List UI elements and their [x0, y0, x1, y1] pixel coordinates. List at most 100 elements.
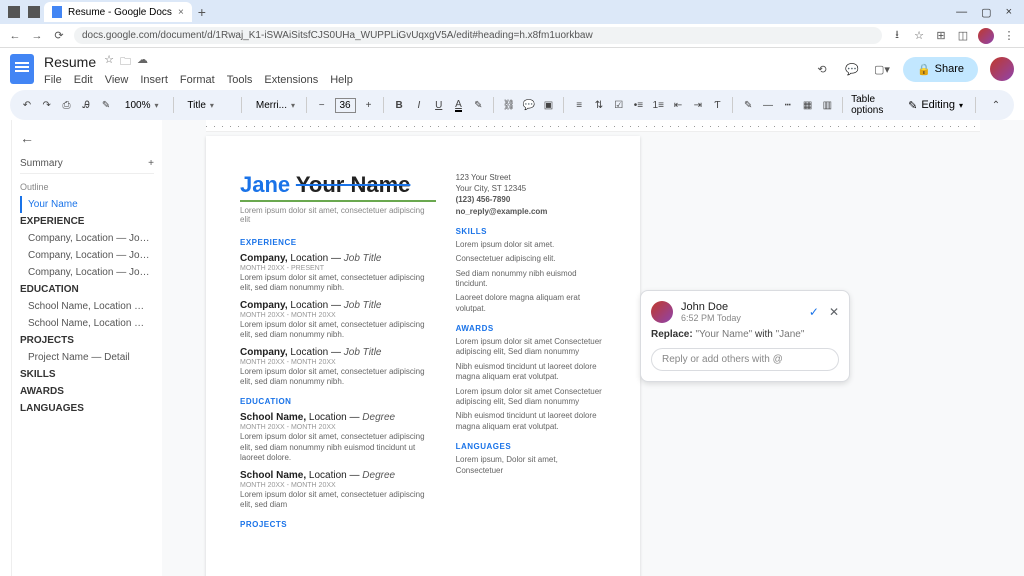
increase-font-icon[interactable]: +: [362, 97, 376, 113]
outline-item[interactable]: SKILLS: [20, 366, 154, 383]
page[interactable]: Jane Your Name Lorem ipsum dolor sit ame…: [206, 136, 640, 576]
close-tab-icon[interactable]: ×: [178, 7, 184, 18]
entry-body[interactable]: Lorem ipsum dolor sit amet, consectetuer…: [240, 490, 436, 511]
share-button[interactable]: 🔒 Share: [903, 57, 978, 82]
spellcheck-icon[interactable]: Ꭿ: [79, 97, 93, 113]
style-select[interactable]: Title: [181, 98, 233, 113]
outline-item[interactable]: Company, Location — Job Title: [20, 230, 154, 247]
extensions-icon[interactable]: ⊞: [934, 29, 948, 43]
docs-logo[interactable]: [10, 54, 34, 84]
redo-icon[interactable]: ↷: [40, 97, 54, 113]
reply-input[interactable]: Reply or add others with @: [651, 348, 839, 371]
table-options[interactable]: Table options: [851, 94, 902, 116]
line-spacing-icon[interactable]: ⇅: [592, 97, 606, 113]
bullet-list-icon[interactable]: •≡: [632, 97, 646, 113]
skills-line[interactable]: Sed diam nonummy nibh euismod tincidunt.: [456, 269, 606, 290]
outline-item[interactable]: Your Name: [20, 196, 154, 213]
skills-line[interactable]: Lorem ipsum dolor sit amet.: [456, 240, 606, 250]
border-dash-icon[interactable]: ┅: [781, 97, 795, 113]
checklist-icon[interactable]: ☑: [612, 97, 626, 113]
bookmark-icon[interactable]: ☆: [912, 29, 926, 43]
entry-body[interactable]: Lorem ipsum dolor sit amet, consectetuer…: [240, 367, 436, 388]
outline-item[interactable]: Project Name — Detail: [20, 349, 154, 366]
document-canvas[interactable]: Jane Your Name Lorem ipsum dolor sit ame…: [162, 120, 1024, 576]
menu-format[interactable]: Format: [180, 74, 215, 86]
active-tab[interactable]: Resume - Google Docs ×: [44, 2, 192, 22]
app-tab-icon[interactable]: [28, 6, 40, 18]
section-projects[interactable]: PROJECTS: [240, 520, 436, 529]
border-color-icon[interactable]: ✎: [741, 97, 755, 113]
outline-close-icon[interactable]: ←: [20, 130, 154, 146]
entry-date[interactable]: MONTH 20XX - MONTH 20XX: [240, 312, 436, 319]
entry-date[interactable]: MONTH 20XX - PRESENT: [240, 265, 436, 272]
forward-icon[interactable]: →: [30, 29, 44, 43]
entry-body[interactable]: Lorem ipsum dolor sit amet, consectetuer…: [240, 273, 436, 294]
profile-avatar[interactable]: [978, 28, 994, 44]
border-width-icon[interactable]: —: [761, 97, 775, 113]
url-input[interactable]: docs.google.com/document/d/1Rwaj_K1-iSWA…: [74, 27, 882, 44]
new-tab-button[interactable]: +: [198, 4, 206, 20]
entry-title[interactable]: Company, Location — Job Title: [240, 347, 436, 358]
minimize-icon[interactable]: —: [956, 6, 967, 19]
numbered-list-icon[interactable]: 1≡: [651, 97, 665, 113]
add-summary-icon[interactable]: +: [148, 158, 154, 169]
meet-icon[interactable]: ▢▾: [873, 60, 891, 78]
font-size-input[interactable]: 36: [335, 98, 356, 113]
entry-body[interactable]: Lorem ipsum dolor sit amet, consectetuer…: [240, 432, 436, 463]
section-languages[interactable]: LANGUAGES: [456, 442, 606, 451]
menu-help[interactable]: Help: [330, 74, 353, 86]
font-select[interactable]: Merri...: [250, 98, 298, 113]
outline-item[interactable]: Company, Location — Job Title: [20, 264, 154, 281]
decrease-font-icon[interactable]: −: [315, 97, 329, 113]
entry-title[interactable]: Company, Location — Job Title: [240, 300, 436, 311]
text-color-icon[interactable]: A: [452, 97, 466, 113]
awards-line[interactable]: Lorem ipsum dolor sit amet Consectetuer …: [456, 337, 606, 358]
awards-line[interactable]: Nibh euismod tincidunt ut laoreet dolore…: [456, 411, 606, 432]
outline-item[interactable]: AWARDS: [20, 383, 154, 400]
outline-item[interactable]: EXPERIENCE: [20, 213, 154, 230]
entry-date[interactable]: MONTH 20XX - MONTH 20XX: [240, 359, 436, 366]
insert-image-icon[interactable]: ▣: [542, 97, 556, 113]
menu-insert[interactable]: Insert: [140, 74, 168, 86]
section-experience[interactable]: EXPERIENCE: [240, 238, 436, 247]
outline-item[interactable]: PROJECTS: [20, 332, 154, 349]
add-comment-icon[interactable]: 💬: [522, 97, 536, 113]
accept-suggestion-icon[interactable]: ✓: [809, 305, 819, 319]
outline-summary-label[interactable]: Summary: [20, 158, 63, 169]
awards-line[interactable]: Nibh euismod tincidunt ut laoreet dolore…: [456, 362, 606, 383]
skills-line[interactable]: Consectetuer adipiscing elit.: [456, 254, 606, 264]
entry-title[interactable]: Company, Location — Job Title: [240, 253, 436, 264]
horizontal-ruler[interactable]: [206, 120, 980, 132]
entry-title[interactable]: School Name, Location — Degree: [240, 412, 436, 423]
paint-format-icon[interactable]: ✎: [99, 97, 113, 113]
print-icon[interactable]: ⎙: [60, 97, 74, 113]
merge-cells-icon[interactable]: ▥: [820, 97, 834, 113]
menu-tools[interactable]: Tools: [227, 74, 253, 86]
app-tab-icon[interactable]: [8, 6, 20, 18]
mode-select[interactable]: ✎ Editing ▾: [908, 99, 963, 112]
section-education[interactable]: EDUCATION: [240, 397, 436, 406]
comments-icon[interactable]: 💬: [843, 60, 861, 78]
sidepanel-icon[interactable]: ◫: [956, 29, 970, 43]
awards-line[interactable]: Lorem ipsum dolor sit amet Consectetuer …: [456, 387, 606, 408]
menu-file[interactable]: File: [44, 74, 62, 86]
outline-item[interactable]: School Name, Location — Degr...: [20, 298, 154, 315]
italic-icon[interactable]: I: [412, 97, 426, 113]
menu-extensions[interactable]: Extensions: [264, 74, 318, 86]
undo-icon[interactable]: ↶: [20, 97, 34, 113]
zoom-select[interactable]: 100%: [119, 98, 165, 113]
outline-item[interactable]: School Name, Location — Degr...: [20, 315, 154, 332]
outline-item[interactable]: EDUCATION: [20, 281, 154, 298]
contact-block[interactable]: 123 Your Street Your City, ST 12345 (123…: [456, 172, 606, 217]
align-icon[interactable]: ≡: [572, 97, 586, 113]
resume-subtitle[interactable]: Lorem ipsum dolor sit amet, consectetuer…: [240, 206, 436, 224]
history-icon[interactable]: ⟲: [813, 60, 831, 78]
cell-bg-icon[interactable]: ▦: [801, 97, 815, 113]
clear-format-icon[interactable]: Ƭ: [711, 97, 725, 113]
browser-menu-icon[interactable]: ⋮: [1002, 29, 1016, 43]
menu-view[interactable]: View: [105, 74, 129, 86]
close-window-icon[interactable]: ×: [1006, 6, 1012, 19]
resume-name[interactable]: Jane Your Name: [240, 172, 436, 202]
skills-line[interactable]: Laoreet dolore magna aliquam erat volutp…: [456, 293, 606, 314]
entry-date[interactable]: MONTH 20XX - MONTH 20XX: [240, 424, 436, 431]
